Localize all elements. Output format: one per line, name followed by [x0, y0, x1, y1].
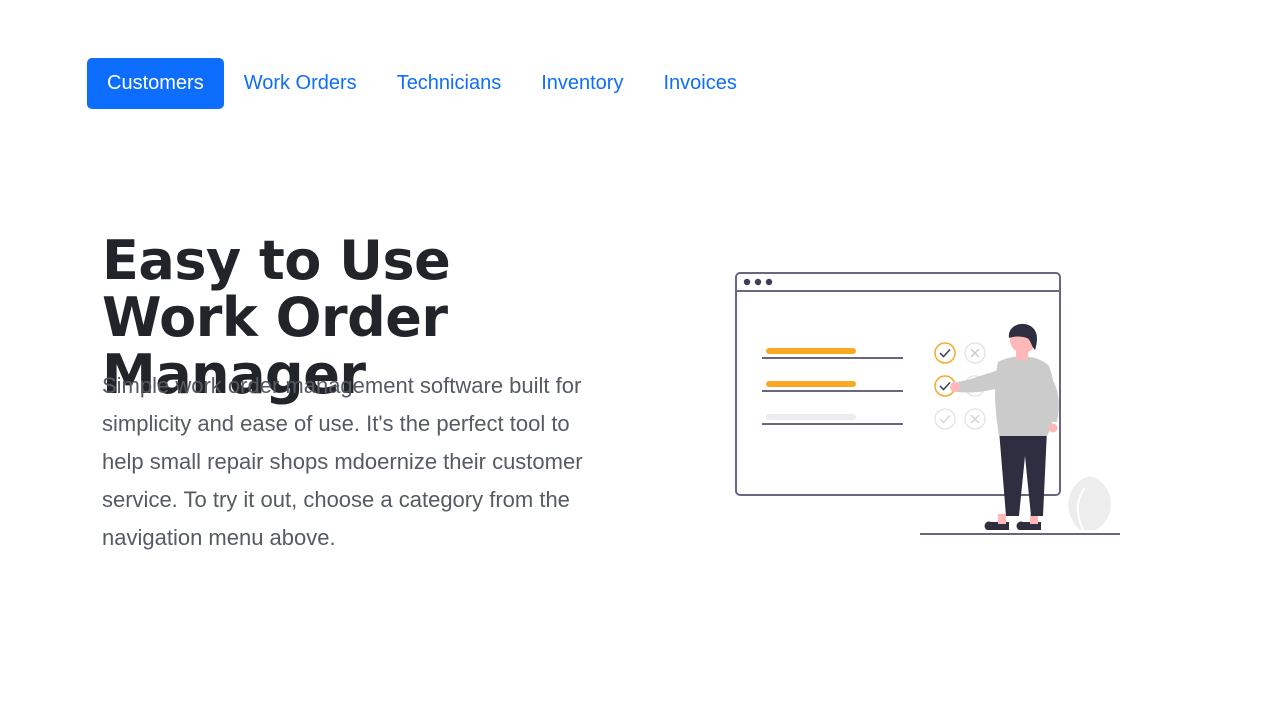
nav-item-work-orders[interactable]: Work Orders: [224, 58, 377, 109]
plant-graphic: [1068, 476, 1111, 531]
person-checking-list-illustration: [735, 272, 1120, 535]
hero-description: Simple work order management software bu…: [102, 373, 583, 550]
nav-item-invoices[interactable]: Invoices: [643, 58, 756, 109]
nav-item-technicians[interactable]: Technicians: [377, 58, 522, 109]
main-nav: Customers Work Orders Technicians Invent…: [87, 58, 757, 109]
nav-item-customers[interactable]: Customers: [87, 58, 224, 109]
nav-item-inventory[interactable]: Inventory: [521, 58, 643, 109]
